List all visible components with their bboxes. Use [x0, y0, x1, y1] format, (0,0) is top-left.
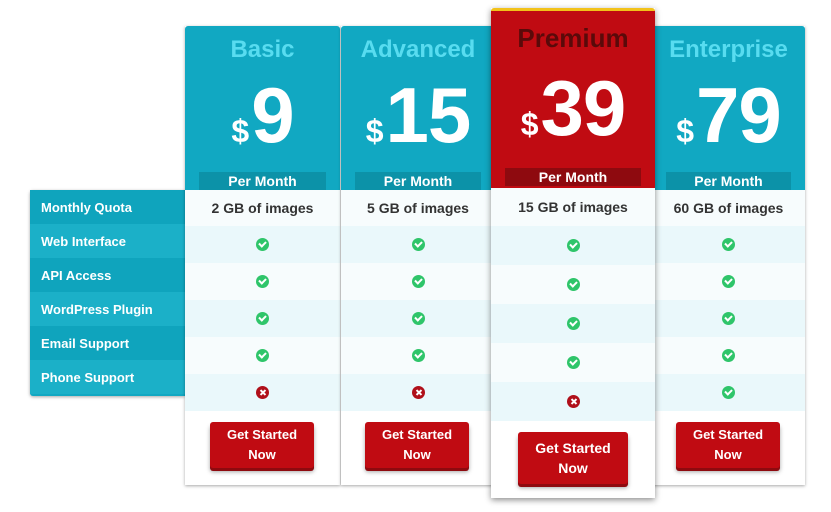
button-label-line1: Get Started [226, 427, 298, 442]
feature-cell [491, 343, 655, 382]
feature-label-wordpress-plugin: WordPress Plugin [30, 292, 185, 326]
button-label-line1: Get Started [381, 427, 453, 442]
check-icon [411, 275, 425, 288]
check-icon [411, 312, 425, 325]
feature-label-email-support: Email Support [30, 326, 185, 360]
price-amount: 79 [696, 71, 782, 159]
get-started-button[interactable]: Get Started Now [210, 422, 314, 468]
feature-cell [652, 374, 805, 411]
feature-label-web-interface: Web Interface [30, 224, 185, 258]
price-amount: 15 [385, 71, 472, 159]
feature-label-phone-support: Phone Support [30, 360, 185, 394]
plan-header: Premium $39 Per Month [491, 8, 655, 188]
feature-cell [185, 374, 340, 411]
feature-label-api-access: API Access [30, 258, 185, 292]
button-label-line1: Get Started [535, 440, 611, 456]
feature-cell [341, 263, 495, 300]
plan-name: Basic [230, 36, 295, 63]
billing-period: Per Month [666, 172, 791, 190]
button-label-line2: Now [403, 447, 431, 462]
feature-cell [341, 300, 495, 337]
check-icon [722, 349, 735, 362]
billing-period: Per Month [505, 168, 641, 186]
plan-header: Enterprise $79 Per Month [652, 26, 805, 190]
billing-period: Per Month [355, 172, 481, 190]
price-amount: 39 [540, 64, 627, 152]
currency-symbol: $ [365, 113, 384, 149]
get-started-button[interactable]: Get Started Now [676, 422, 780, 468]
check-icon [722, 386, 735, 399]
check-icon [566, 356, 580, 369]
check-icon [566, 239, 580, 252]
feature-cell [341, 374, 495, 411]
button-label-line2: Now [248, 447, 276, 462]
plan-header: Advanced $15 Per Month [341, 26, 495, 190]
feature-cell [652, 300, 805, 337]
quota-value: 5 GB of images [341, 190, 495, 226]
plan-basic: Basic $9 Per Month 2 GB of images Get St… [185, 26, 340, 485]
plan-name: Premium [517, 23, 629, 53]
plan-advanced: Advanced $15 Per Month 5 GB of images Ge… [341, 26, 495, 485]
feature-cell [652, 226, 805, 263]
feature-cell [491, 226, 655, 265]
feature-cell [652, 337, 805, 374]
feature-cell [185, 226, 340, 263]
button-label-line2: Now [558, 460, 588, 476]
plan-header: Basic $9 Per Month [185, 26, 340, 190]
quota-value: 2 GB of images [185, 190, 340, 226]
button-label-line1: Get Started [692, 427, 764, 442]
check-icon [722, 238, 735, 251]
feature-cell [185, 263, 340, 300]
cross-icon [566, 395, 580, 408]
plan-price: $9 [185, 70, 340, 161]
feature-cell [341, 226, 495, 263]
currency-symbol: $ [520, 106, 539, 142]
feature-cell [491, 382, 655, 421]
cross-icon [411, 386, 425, 399]
cross-icon [256, 386, 269, 399]
plan-price: $79 [652, 70, 805, 161]
plan-price: $15 [341, 70, 495, 161]
plan-name: Enterprise [669, 36, 788, 63]
check-icon [411, 238, 425, 251]
plan-enterprise: Enterprise $79 Per Month 60 GB of images… [652, 26, 805, 485]
feature-cell [652, 263, 805, 300]
feature-cell [491, 265, 655, 304]
feature-cell [185, 300, 340, 337]
plan-name: Advanced [360, 36, 476, 63]
check-icon [256, 238, 269, 251]
currency-symbol: $ [231, 113, 250, 149]
check-icon [566, 278, 580, 291]
billing-period: Per Month [199, 172, 326, 190]
check-icon [256, 275, 269, 288]
quota-value: 15 GB of images [491, 188, 655, 226]
check-icon [722, 312, 735, 325]
price-amount: 9 [251, 71, 294, 159]
feature-cell [185, 337, 340, 374]
check-icon [256, 312, 269, 325]
features-sidebar: Monthly Quota Web Interface API Access W… [30, 190, 185, 396]
check-icon [256, 349, 269, 362]
currency-symbol: $ [676, 113, 695, 149]
plan-price: $39 [491, 63, 655, 154]
check-icon [566, 317, 580, 330]
get-started-button[interactable]: Get Started Now [365, 422, 469, 468]
quota-value: 60 GB of images [652, 190, 805, 226]
button-label-line2: Now [714, 447, 742, 462]
check-icon [722, 275, 735, 288]
check-icon [411, 349, 425, 362]
feature-label-monthly-quota: Monthly Quota [30, 190, 185, 224]
get-started-button[interactable]: Get Started Now [518, 432, 628, 484]
feature-cell [491, 304, 655, 343]
plan-premium: Premium $39 Per Month 15 GB of images Ge… [491, 8, 655, 498]
feature-cell [341, 337, 495, 374]
